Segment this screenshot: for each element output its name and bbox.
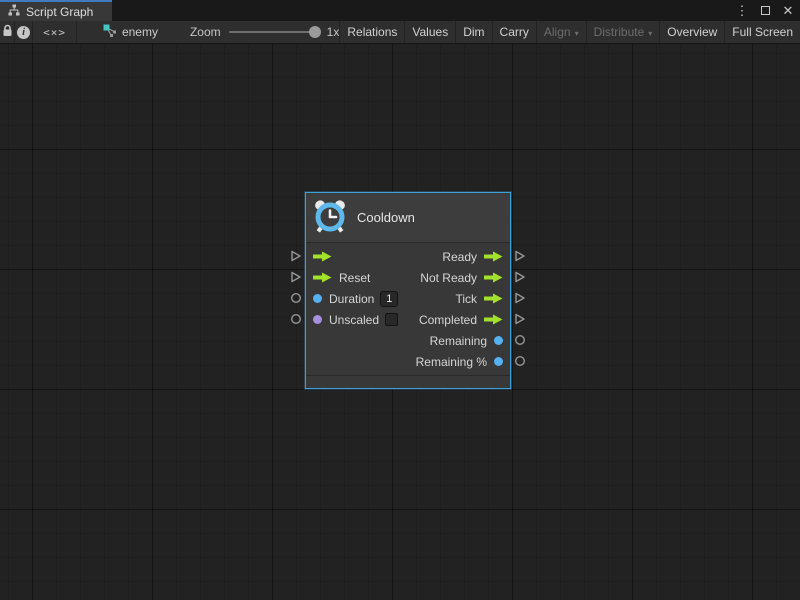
- port-row: Duration Tick: [306, 288, 510, 309]
- chevron-down-icon: ▾: [648, 29, 652, 38]
- external-flow-stub[interactable]: [514, 250, 526, 262]
- cooldown-node-header[interactable]: Cooldown: [306, 193, 510, 243]
- flow-arrow-icon: [484, 251, 503, 262]
- tab-bar: Script Graph ⋮ ✕: [0, 0, 800, 21]
- distribute-dropdown: Distribute ▾: [586, 21, 660, 43]
- external-value-stub[interactable]: [514, 334, 526, 346]
- node-footer: [306, 375, 510, 388]
- external-flow-stub[interactable]: [514, 271, 526, 283]
- alarm-clock-icon: [312, 198, 348, 237]
- external-flow-stub[interactable]: [514, 313, 526, 325]
- bool-port-icon: [313, 315, 322, 324]
- port-row: Remaining %: [306, 351, 510, 372]
- full-screen-button[interactable]: Full Screen: [724, 21, 800, 43]
- unscaled-checkbox[interactable]: [385, 313, 398, 326]
- value-output-port-remaining[interactable]: Remaining: [430, 334, 510, 348]
- script-graph-asset-icon: [103, 24, 117, 41]
- menu-kebab-icon[interactable]: ⋮: [734, 3, 750, 19]
- flow-output-port-ready[interactable]: Ready: [442, 250, 510, 264]
- zoom-label: Zoom: [190, 25, 221, 39]
- relations-button[interactable]: Relations: [339, 21, 404, 43]
- dim-button[interactable]: Dim: [455, 21, 491, 43]
- graph-name-label: enemy: [122, 25, 158, 39]
- toolbar-right-buttons: Relations Values Dim Carry Align ▾ Distr…: [339, 21, 800, 43]
- graph-hierarchy-icon: [8, 4, 20, 19]
- tab-script-graph[interactable]: Script Graph: [0, 0, 112, 21]
- carry-button[interactable]: Carry: [492, 21, 536, 43]
- external-value-stub[interactable]: [290, 313, 302, 325]
- external-value-stub[interactable]: [290, 292, 302, 304]
- port-row: Reset Not Ready: [306, 267, 510, 288]
- float-port-icon: [313, 294, 322, 303]
- zoom-slider-handle[interactable]: [309, 26, 321, 38]
- info-button[interactable]: i: [15, 21, 33, 43]
- value-input-port-duration[interactable]: Duration: [306, 291, 398, 307]
- value-output-port-remaining-percent[interactable]: Remaining %: [416, 355, 510, 369]
- values-button[interactable]: Values: [404, 21, 455, 43]
- node-port-rows: Ready Reset Not Ready: [306, 243, 510, 375]
- zoom-value: 1x: [327, 25, 340, 39]
- tab-title: Script Graph: [26, 5, 93, 19]
- external-flow-stub[interactable]: [514, 292, 526, 304]
- external-value-stub[interactable]: [514, 355, 526, 367]
- graph-toolbar: i <×> enemy Zoom 1x Relations Valu: [0, 21, 800, 44]
- flow-arrow-icon: [313, 251, 332, 262]
- graph-breadcrumb[interactable]: enemy: [103, 21, 158, 43]
- script-graph-window: Script Graph ⋮ ✕ i <×>: [0, 0, 800, 600]
- lock-icon: [2, 24, 13, 40]
- flow-arrow-icon: [484, 272, 503, 283]
- code-view-button[interactable]: <×>: [33, 21, 77, 43]
- window-controls: ⋮ ✕: [734, 0, 796, 21]
- lock-button[interactable]: [0, 21, 15, 43]
- flow-arrow-icon: [484, 314, 503, 325]
- close-icon[interactable]: ✕: [780, 3, 796, 19]
- node-title: Cooldown: [357, 210, 415, 225]
- external-flow-stub[interactable]: [290, 271, 302, 283]
- flow-input-port[interactable]: [306, 251, 332, 262]
- chevron-down-icon: ▾: [575, 29, 579, 38]
- zoom-control: Zoom 1x: [190, 21, 339, 43]
- overview-button[interactable]: Overview: [659, 21, 724, 43]
- external-flow-stub[interactable]: [290, 250, 302, 262]
- value-input-port-unscaled[interactable]: Unscaled: [306, 313, 398, 327]
- duration-value-field[interactable]: [380, 291, 398, 307]
- flow-input-port-reset[interactable]: Reset: [306, 271, 370, 285]
- port-row: Ready: [306, 246, 510, 267]
- flow-output-port-tick[interactable]: Tick: [455, 292, 510, 306]
- zoom-slider[interactable]: [229, 31, 319, 33]
- align-dropdown: Align ▾: [536, 21, 586, 43]
- info-icon: i: [17, 26, 30, 39]
- port-row: Unscaled Completed: [306, 309, 510, 330]
- float-port-icon: [494, 336, 503, 345]
- flow-output-port-not-ready[interactable]: Not Ready: [420, 271, 510, 285]
- flow-arrow-icon: [484, 293, 503, 304]
- cooldown-node[interactable]: Cooldown Ready Reset: [305, 192, 511, 389]
- port-row: Remaining: [306, 330, 510, 351]
- flow-output-port-completed[interactable]: Completed: [419, 313, 510, 327]
- float-port-icon: [494, 357, 503, 366]
- graph-canvas[interactable]: Cooldown Ready Reset: [0, 44, 800, 600]
- flow-arrow-icon: [313, 272, 332, 283]
- maximize-icon[interactable]: [757, 3, 773, 19]
